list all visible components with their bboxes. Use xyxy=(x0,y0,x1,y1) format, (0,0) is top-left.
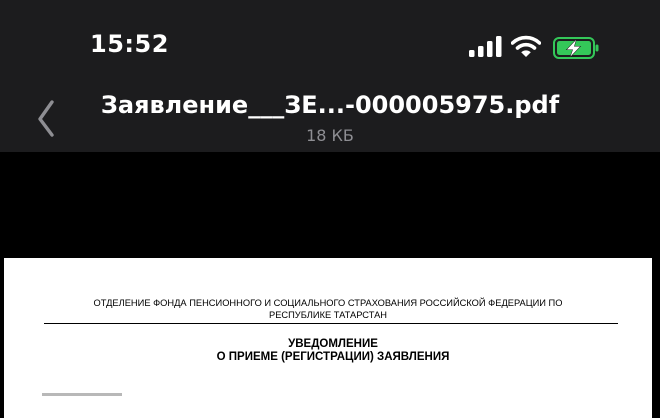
wifi-icon xyxy=(511,35,541,57)
horizontal-rule xyxy=(44,323,618,324)
document-subheading: О ПРИЕМЕ (РЕГИСТРАЦИИ) ЗАЯВЛЕНИЯ xyxy=(216,351,450,363)
pdf-page[interactable]: ОТДЕЛЕНИЕ ФОНДА ПЕНСИОННОГО И СОЦИАЛЬНОГ… xyxy=(4,258,652,418)
document-heading: УВЕДОМЛЕНИЕ xyxy=(288,338,378,350)
organization-name-line-2: РЕСПУБЛИКЕ ТАТАРСТАН xyxy=(269,310,387,320)
navigation-bar: Заявление___ЗЕ...-000005975.pdf 18 КБ xyxy=(0,88,660,152)
file-size: 18 КБ xyxy=(306,126,354,145)
status-bar: 15:52 xyxy=(0,0,660,88)
battery-charging-icon xyxy=(553,37,599,59)
file-title: Заявление___ЗЕ...-000005975.pdf xyxy=(100,91,560,119)
status-time: 15:52 xyxy=(90,30,169,58)
cellular-signal-icon xyxy=(469,36,502,57)
organization-name-line-1: ОТДЕЛЕНИЕ ФОНДА ПЕНСИОННОГО И СОЦИАЛЬНОГ… xyxy=(93,298,563,308)
cropped-text-line xyxy=(42,391,122,397)
